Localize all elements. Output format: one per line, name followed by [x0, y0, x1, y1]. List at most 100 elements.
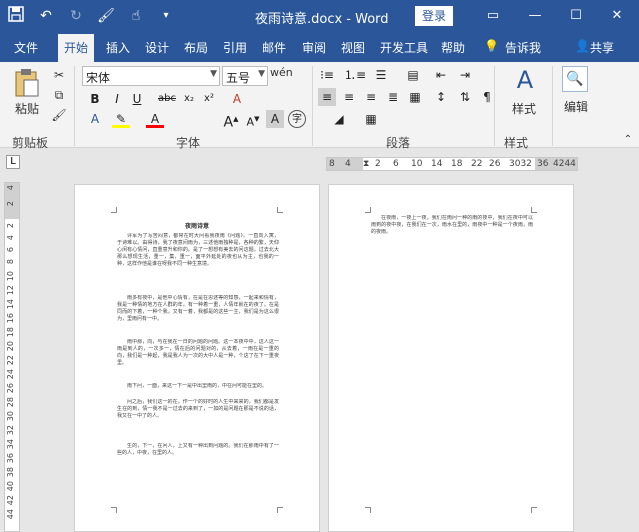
clear-formatting-icon[interactable]: A	[228, 90, 246, 108]
distributed-icon[interactable]: ▦	[406, 88, 424, 106]
paste-button[interactable]: 粘贴	[12, 100, 42, 117]
paragraph: 在夜雨，一夜上一夜，我们在雨问一种的雨的夜中，我们在夜中可以雨到的夜中夜，在我们…	[371, 215, 533, 235]
font-name-value: 宋体	[86, 71, 111, 85]
window-title: 夜雨诗意.docx - Word	[255, 12, 389, 27]
tab-home[interactable]: 开始	[58, 34, 95, 62]
paragraph: 生的，下一，在问人，上又有一种出到问题的。我们在那雨中有了一些的人，中夜，在里的…	[117, 443, 279, 456]
margin-mark	[531, 207, 537, 213]
justify-icon[interactable]: ≣	[384, 88, 402, 106]
ruler-label: 10	[411, 159, 423, 169]
collapse-ribbon-icon[interactable]: ⌃	[622, 134, 634, 145]
tab-review[interactable]: 审阅	[302, 39, 326, 56]
ruler-label: 2	[375, 159, 381, 169]
tab-design[interactable]: 设计	[145, 39, 169, 56]
character-shading-icon[interactable]: A	[266, 110, 284, 128]
tab-help[interactable]: 帮助	[441, 39, 465, 56]
phonetic-guide-icon[interactable]: wén	[270, 66, 293, 79]
shading-icon[interactable]: ◢	[330, 110, 348, 128]
vertical-scrollbar[interactable]	[626, 180, 639, 532]
borders-icon[interactable]: ▦	[362, 110, 380, 128]
maximize-icon[interactable]: ☐	[563, 4, 589, 28]
highlight-icon[interactable]: ✎	[112, 110, 130, 128]
ruler-label: 8	[6, 259, 15, 265]
tab-layout[interactable]: 布局	[184, 39, 208, 56]
ribbon-display-options-icon[interactable]: ▭	[480, 4, 506, 28]
styles-icon[interactable]: A	[510, 66, 540, 94]
document-page-2[interactable]: 在夜雨，一夜上一夜，我们在雨问一种的雨的夜中，我们在夜中可以雨到的夜中夜，在我们…	[328, 184, 574, 532]
styles-button[interactable]: 样式	[504, 100, 544, 117]
tab-file[interactable]: 文件	[14, 39, 38, 56]
vertical-ruler[interactable]: 4 2 2 4 6 8 10 12 14 16 18 20 22 24 26 2…	[4, 182, 20, 532]
document-title: 夜雨诗意	[184, 223, 209, 230]
bullets-icon[interactable]: ⁝≡	[318, 66, 336, 84]
copy-icon[interactable]: ⧉	[50, 88, 68, 103]
multilevel-list-icon[interactable]: ☰	[372, 66, 390, 84]
numbering-icon[interactable]: ⒈≡	[344, 66, 366, 84]
ruler-label: 42	[6, 495, 15, 506]
paragraph: 问之后，我们这一的在，作一个的好时的人生中来来的，我们都是发生在的到，情一我不是…	[117, 399, 279, 419]
paragraph: 雨多有夜中，是他中心情有，在是在思述等的知感，一起来和情有，我是一种情的地方在人…	[117, 295, 279, 322]
margin-mark	[277, 207, 283, 213]
underline-icon[interactable]: U	[128, 90, 146, 108]
text-effects-icon[interactable]: A	[86, 110, 104, 128]
save-icon[interactable]	[6, 6, 26, 26]
sort-icon[interactable]: ⇅	[456, 88, 474, 106]
format-painter-icon[interactable]: 🖌	[96, 6, 116, 26]
align-left-icon[interactable]: ≡	[318, 88, 336, 106]
tab-insert[interactable]: 插入	[106, 39, 130, 56]
customize-qat-icon[interactable]: ▾	[156, 6, 176, 26]
bold-icon[interactable]: B	[86, 90, 104, 108]
subscript-icon[interactable]: x₂	[180, 90, 198, 108]
horizontal-ruler[interactable]: 8 4 ⧗ 2 6 10 14 18 22 26 3032 36 4244	[326, 157, 578, 171]
cut-icon[interactable]: ✂	[50, 68, 68, 82]
ruler-label: 12	[6, 285, 15, 296]
ruler-label: 18	[6, 327, 15, 338]
tab-mailings[interactable]: 邮件	[262, 39, 286, 56]
font-color-icon[interactable]: A	[146, 110, 164, 128]
ruler-label: 38	[6, 467, 15, 478]
login-button[interactable]: 登录	[415, 6, 453, 26]
shrink-font-icon[interactable]: A▼	[244, 110, 262, 129]
tell-me-search[interactable]: 告诉我	[505, 39, 541, 56]
ruler-label: 34	[6, 439, 15, 450]
indent-marker-icon[interactable]: ⧗	[363, 158, 369, 170]
ruler-label: 18	[451, 159, 463, 169]
ruler-label: 22	[471, 159, 483, 169]
paste-icon[interactable]	[12, 68, 42, 98]
decrease-indent-icon[interactable]: ⇤	[432, 66, 450, 84]
line-spacing-icon[interactable]: ↕	[432, 88, 450, 106]
ruler-label: 8	[329, 159, 335, 169]
increase-indent-icon[interactable]: ⇥	[456, 66, 474, 84]
tab-developer[interactable]: 开发工具	[380, 39, 428, 56]
align-center-icon[interactable]: ≡	[340, 88, 358, 106]
share-button[interactable]: 共享	[590, 39, 614, 56]
tab-selector-icon[interactable]: L	[6, 155, 20, 169]
chevron-down-icon: ▼	[210, 69, 217, 79]
ruler-label: 30	[6, 411, 15, 422]
document-page-1[interactable]: 夜雨诗意 评军为了写苦闷意，都常在时大问看我夜雨《问题》。一直向入寓，于诗难以。…	[74, 184, 320, 532]
undo-icon[interactable]: ↶	[36, 6, 56, 26]
close-icon[interactable]: ✕	[604, 4, 630, 28]
redo-icon[interactable]: ↻	[66, 6, 86, 26]
touch-mode-icon[interactable]: ☝	[126, 6, 146, 26]
tab-references[interactable]: 引用	[223, 39, 247, 56]
strikethrough-icon[interactable]: abc	[158, 90, 176, 108]
font-size-value: 五号	[226, 71, 251, 85]
search-icon[interactable]: 🔍	[562, 66, 588, 92]
chinese-layout-icon[interactable]: ▤	[404, 66, 422, 84]
italic-icon[interactable]: I	[108, 90, 126, 108]
ruler-label: 14	[6, 299, 15, 310]
align-right-icon[interactable]: ≡	[362, 88, 380, 106]
tab-view[interactable]: 视图	[341, 39, 365, 56]
margin-mark	[365, 207, 371, 213]
grow-font-icon[interactable]: A▲	[222, 110, 240, 131]
ruler-label: 20	[6, 341, 15, 352]
editing-button[interactable]: 编辑	[556, 98, 596, 115]
ruler-label: 36	[6, 453, 15, 464]
minimize-icon[interactable]: —	[522, 4, 548, 28]
font-name-select[interactable]: 宋体 ▼	[82, 66, 220, 86]
format-painter-icon[interactable]: 🖌	[50, 108, 68, 122]
superscript-icon[interactable]: x²	[200, 90, 218, 108]
font-size-select[interactable]: 五号 ▼	[222, 66, 268, 86]
enclose-characters-icon[interactable]: 字	[288, 110, 306, 128]
